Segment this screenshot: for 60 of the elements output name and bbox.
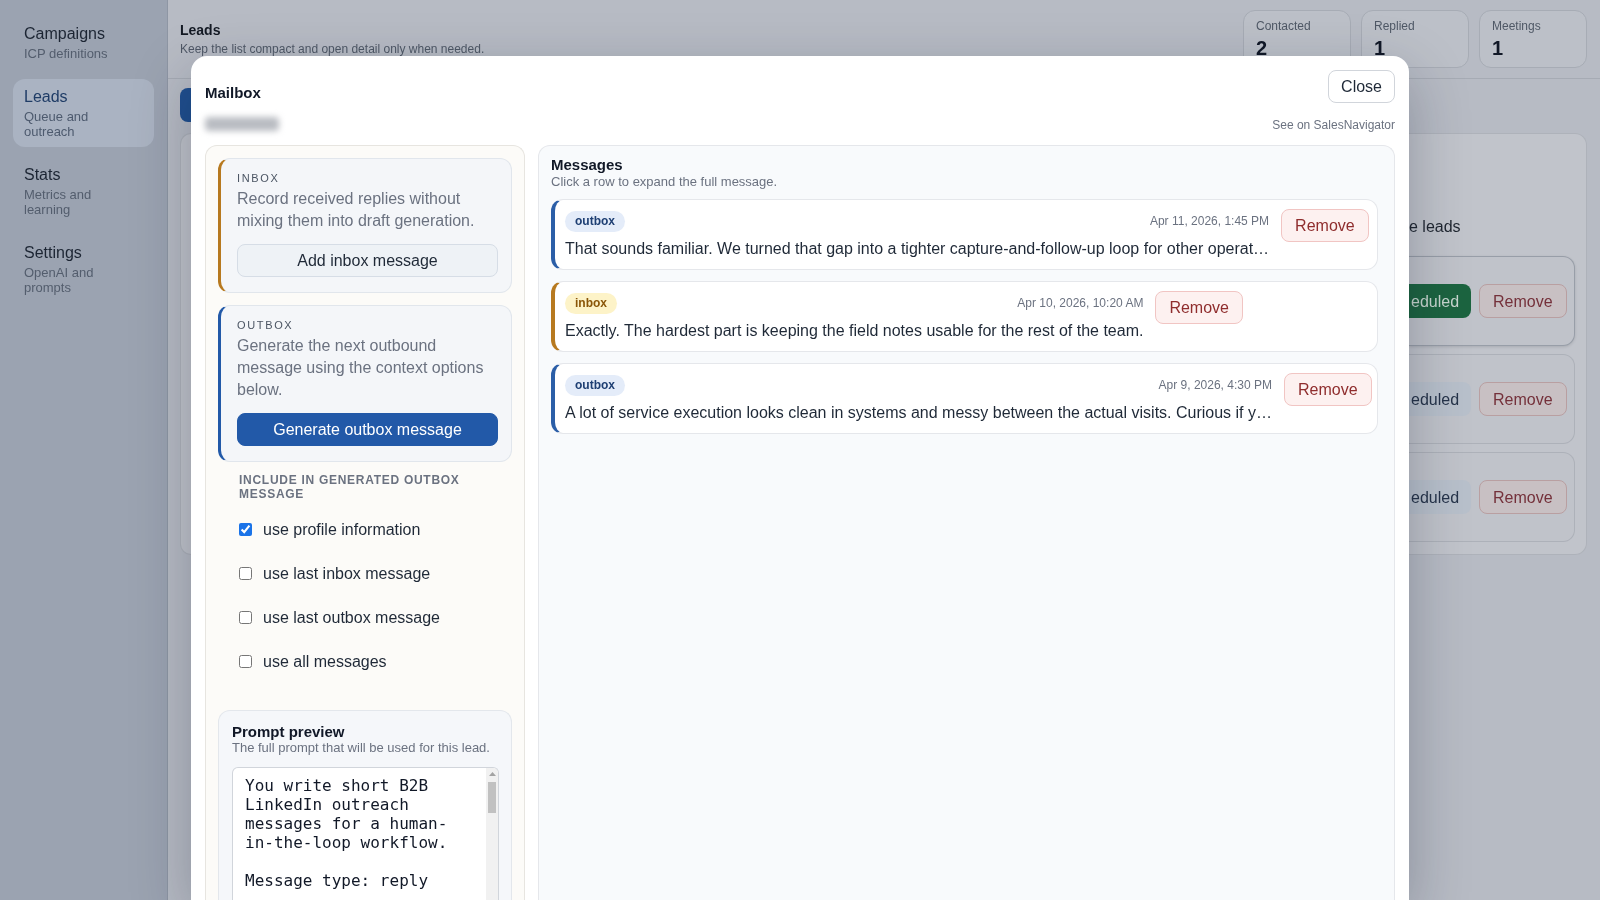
message-text: Exactly. The hardest part is keeping the field notes usable for the rest of the team.	[565, 321, 1144, 341]
remove-button[interactable]: Remove	[1284, 373, 1372, 406]
generate-outbox-button[interactable]: Generate outbox message	[237, 413, 498, 446]
direction-badge: inbox	[565, 292, 617, 314]
add-inbox-button[interactable]: Add inbox message	[237, 244, 498, 277]
checkbox-label: use last inbox message	[263, 563, 431, 583]
remove-button[interactable]: Remove	[1479, 284, 1567, 318]
message-date: Apr 10, 2026, 10:20 AM	[1017, 296, 1144, 310]
prompt-preview-title: Prompt preview	[232, 723, 346, 740]
status-button[interactable]: eduled	[1409, 284, 1472, 318]
scrollbar-thumb[interactable]	[488, 782, 496, 813]
checkbox[interactable]	[239, 610, 252, 624]
remove-button[interactable]: Remove	[1479, 382, 1567, 416]
dialog-title: Mailbox	[205, 84, 262, 102]
checkbox-label: use profile information	[263, 519, 421, 539]
prompt-preview-subtitle: The full prompt that will be used for this lead.	[232, 740, 491, 755]
stat-value: 2	[1256, 36, 1269, 60]
stat-value: 1	[1492, 36, 1505, 60]
section-label: OUTBOX	[237, 319, 295, 332]
stat-label: Meetings	[1492, 19, 1542, 33]
sidebar-item[interactable]: Campaigns ICP definitions	[13, 16, 154, 69]
direction-badge: outbox	[565, 374, 625, 396]
sidebar-item[interactable]: Leads Queue and outreach	[13, 79, 154, 147]
status-button[interactable]: eduled	[1409, 480, 1472, 514]
page-subtitle: Keep the list compact and open detail only when needed.	[180, 42, 485, 56]
direction-badge: outbox	[565, 210, 625, 232]
message-row[interactable]: inbox Apr 10, 2026, 10:20 AM Exactly. The hardest part is keeping the field notes usable for the rest of the team. Remove	[551, 281, 1378, 352]
remove-button[interactable]: Remove	[1479, 480, 1567, 514]
remove-button[interactable]: Remove	[1155, 291, 1243, 324]
checkbox-label: use all messages	[263, 651, 387, 671]
section-description: Generate the next outbound message using the context options below.	[237, 336, 485, 400]
message-date: Apr 9, 2026, 4:30 PM	[1158, 378, 1272, 392]
page-title: Leads	[180, 22, 222, 39]
partly-hidden-button[interactable]	[180, 88, 191, 122]
messages-title: Messages	[551, 156, 624, 174]
message-text: A lot of service execution looks clean in systems and messy between the actual visits. Curious if y…	[565, 403, 1272, 423]
message-text: That sounds familiar. We turned that gap into a tighter capture-and-follow-up loop for other operat…	[565, 239, 1270, 259]
stat-label: Replied	[1374, 19, 1416, 33]
stat-value: 1	[1374, 36, 1387, 60]
message-row[interactable]: outbox Apr 11, 2026, 1:45 PM That sounds familiar. We turned that gap into a tighter capture-and-follow-up loop for other operat… Remove	[551, 199, 1378, 270]
scrollbar-track[interactable]	[486, 768, 498, 900]
checkbox[interactable]	[239, 522, 252, 536]
sidebar-item[interactable]: Stats Metrics and learning	[13, 157, 154, 225]
close-button[interactable]: Close	[1328, 70, 1395, 103]
section-label: INBOX	[237, 172, 281, 185]
checkbox-label: use last outbox message	[263, 607, 440, 627]
checkbox[interactable]	[239, 654, 252, 668]
section-description: Record received replies without mixing them into draft generation.	[237, 189, 476, 231]
messages-subtitle: Click a row to expand the full message.	[551, 174, 779, 189]
stat-label: Contacted	[1256, 19, 1312, 33]
status-button[interactable]: eduled	[1409, 382, 1472, 416]
message-row[interactable]: outbox Apr 9, 2026, 4:30 PM A lot of service execution looks clean in systems and messy between the actual visits. Curious if y… Remove	[551, 363, 1378, 434]
sidebar-item[interactable]: Settings OpenAI and prompts	[13, 235, 154, 303]
card-heading: e leads	[1409, 217, 1462, 236]
prompt-textarea[interactable]: You write short B2B LinkedIn outreach messages for a human-in-the-loop workflow. Message type: reply	[232, 767, 499, 900]
message-date: Apr 11, 2026, 1:45 PM	[1149, 214, 1270, 228]
checkbox[interactable]	[239, 566, 252, 580]
sales-navigator-link[interactable]: See on SalesNavigator	[1272, 119, 1395, 132]
include-heading: INCLUDE IN GENERATED OUTBOX MESSAGE	[238, 473, 461, 501]
remove-button[interactable]: Remove	[1281, 209, 1369, 242]
